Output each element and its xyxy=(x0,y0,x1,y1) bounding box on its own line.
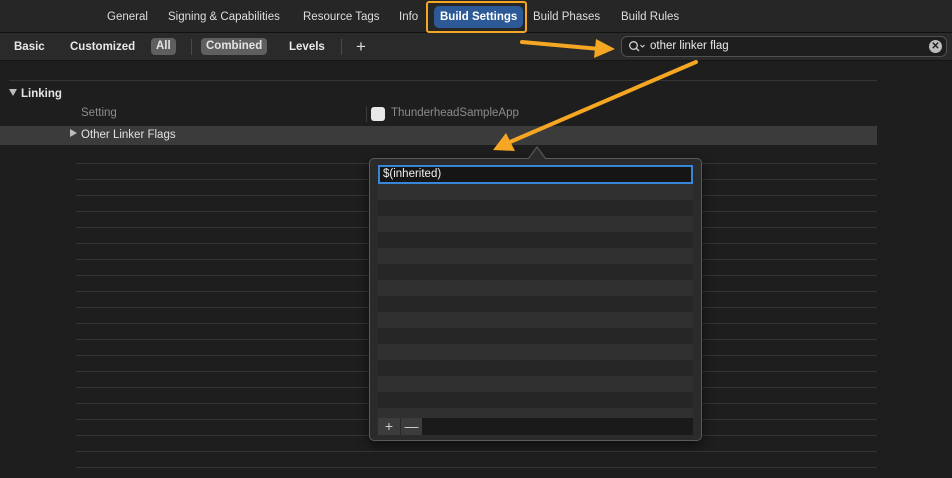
filter-separator xyxy=(191,39,192,55)
target-app-icon xyxy=(371,107,385,121)
value-row-empty xyxy=(378,376,693,392)
value-row-empty xyxy=(378,408,693,418)
divider xyxy=(9,80,877,81)
section-linking-header[interactable]: Linking xyxy=(9,87,62,101)
popover-toolbar: + — xyxy=(378,418,693,435)
tab-build-settings[interactable]: Build Settings xyxy=(434,6,524,28)
value-row-empty xyxy=(378,184,693,200)
value-row-empty xyxy=(378,392,693,408)
value-row-empty xyxy=(378,360,693,376)
filter-customized-button[interactable]: Customized xyxy=(70,40,135,55)
tab-general[interactable]: General xyxy=(107,9,148,26)
search-input[interactable] xyxy=(650,37,910,56)
tab-info[interactable]: Info xyxy=(399,9,418,26)
row-divider xyxy=(76,451,877,452)
remove-value-button[interactable]: — xyxy=(400,418,422,435)
add-build-setting-button[interactable]: + xyxy=(353,38,369,56)
value-row-empty xyxy=(378,216,693,232)
value-row-empty xyxy=(378,344,693,360)
tab-build-rules[interactable]: Build Rules xyxy=(621,9,679,26)
filter-basic-button[interactable]: Basic xyxy=(14,40,45,55)
value-row-empty xyxy=(378,296,693,312)
tab-build-phases[interactable]: Build Phases xyxy=(533,9,600,26)
search-icon xyxy=(629,41,645,52)
value-editor-popover: $(inherited) + — xyxy=(369,158,702,441)
search-field[interactable]: ✕ xyxy=(621,36,947,57)
disclosure-down-icon[interactable] xyxy=(9,89,17,96)
value-row-empty xyxy=(378,248,693,264)
setting-other-linker-flags[interactable]: Other Linker Flags xyxy=(70,128,176,143)
column-header-setting: Setting xyxy=(81,107,117,119)
disclosure-right-icon[interactable] xyxy=(70,129,77,137)
column-separator xyxy=(366,106,367,122)
value-row-empty xyxy=(378,200,693,216)
filter-all-button[interactable]: All xyxy=(151,38,176,55)
section-title: Linking xyxy=(21,88,62,100)
filter-combined-button[interactable]: Combined xyxy=(201,38,268,55)
row-divider xyxy=(76,467,877,468)
column-header-target: ThunderheadSampleApp xyxy=(391,107,519,119)
value-row-editing[interactable]: $(inherited) xyxy=(378,165,693,184)
filter-levels-button[interactable]: Levels xyxy=(289,40,325,55)
value-row-empty xyxy=(378,312,693,328)
build-settings-filter-bar: Basic Customized All Combined Levels + ✕ xyxy=(0,33,952,61)
tab-resource-tags[interactable]: Resource Tags xyxy=(303,9,380,26)
editor-tab-bar: General Signing & Capabilities Resource … xyxy=(0,0,952,33)
setting-name-label: Other Linker Flags xyxy=(81,129,176,141)
filter-separator xyxy=(341,39,342,55)
clear-search-icon[interactable]: ✕ xyxy=(929,40,942,53)
value-list: $(inherited) xyxy=(378,165,693,418)
value-row-empty xyxy=(378,264,693,280)
value-row-empty xyxy=(378,280,693,296)
add-value-button[interactable]: + xyxy=(378,418,400,435)
tab-signing-capabilities[interactable]: Signing & Capabilities xyxy=(168,9,280,26)
value-row-empty xyxy=(378,328,693,344)
value-row-empty xyxy=(378,232,693,248)
popover-pointer-fill xyxy=(529,148,545,159)
